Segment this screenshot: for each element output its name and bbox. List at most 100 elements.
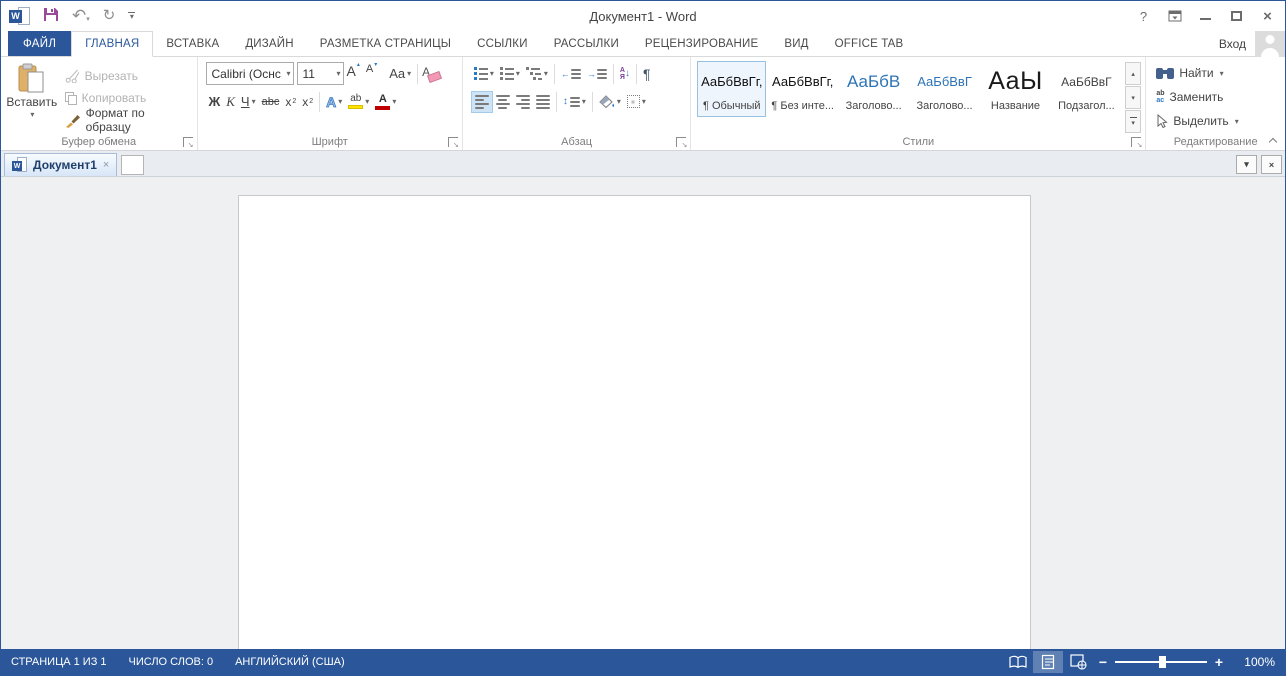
- tab-insert[interactable]: ВСТАВКА: [153, 31, 232, 56]
- zoom-in-button[interactable]: +: [1209, 654, 1229, 670]
- font-size-combo[interactable]: 11 ▾: [297, 62, 344, 85]
- tab-view[interactable]: ВИД: [771, 31, 821, 56]
- tab-review[interactable]: РЕЦЕНЗИРОВАНИЕ: [632, 31, 771, 56]
- grow-font-button[interactable]: A▴: [344, 63, 363, 85]
- underline-button[interactable]: Ч▾: [238, 91, 259, 113]
- tab-office-tab[interactable]: OFFICE TAB: [822, 31, 917, 56]
- format-painter-button[interactable]: Формат по образцу: [65, 111, 193, 129]
- strikethrough-button[interactable]: abc: [259, 91, 283, 113]
- tab-home[interactable]: ГЛАВНАЯ: [71, 31, 153, 57]
- office-tab-dropdown-button[interactable]: ▾: [1236, 155, 1257, 174]
- style-normal[interactable]: АаБбВвГг, ¶ Обычный: [697, 61, 766, 117]
- read-mode-button[interactable]: [1003, 651, 1033, 673]
- zoom-out-button[interactable]: −: [1093, 654, 1113, 670]
- style-heading2[interactable]: АаБбВвГ Заголово...: [910, 61, 979, 117]
- document-tab[interactable]: W Документ1 ×: [4, 153, 117, 176]
- undo-button[interactable]: ↶▾: [72, 7, 90, 26]
- align-right-button[interactable]: [513, 91, 533, 113]
- page-indicator[interactable]: СТРАНИЦА 1 ИЗ 1: [11, 656, 107, 668]
- chevron-down-icon[interactable]: ▾: [642, 97, 646, 106]
- undo-dropdown-icon[interactable]: ▾: [86, 16, 90, 23]
- avatar[interactable]: [1255, 31, 1285, 57]
- font-color-button[interactable]: A▾: [372, 91, 399, 113]
- align-center-button[interactable]: [493, 91, 513, 113]
- ribbon-display-options-button[interactable]: [1161, 4, 1188, 28]
- document-tab-close-icon[interactable]: ×: [103, 159, 109, 171]
- chevron-down-icon[interactable]: ▾: [617, 97, 621, 106]
- cut-button[interactable]: Вырезать: [65, 67, 193, 85]
- web-layout-button[interactable]: [1063, 651, 1093, 673]
- styles-dialog-launcher[interactable]: [1131, 137, 1141, 147]
- multilevel-list-button[interactable]: ▾: [523, 63, 551, 85]
- font-name-combo[interactable]: Calibri (Оснс ▾: [206, 62, 294, 85]
- increase-indent-button[interactable]: →: [584, 63, 610, 85]
- copy-button[interactable]: Копировать: [65, 89, 193, 107]
- word-count[interactable]: ЧИСЛО СЛОВ: 0: [129, 656, 214, 668]
- find-button[interactable]: Найти ▾: [1156, 63, 1281, 83]
- chevron-down-icon[interactable]: ▾: [490, 69, 494, 78]
- language-indicator[interactable]: АНГЛИЙСКИЙ (США): [235, 656, 345, 668]
- chevron-down-icon[interactable]: ▾: [582, 97, 586, 106]
- select-button[interactable]: Выделить ▾: [1156, 111, 1281, 131]
- style-no-spacing[interactable]: АаБбВвГг, ¶ Без инте...: [768, 61, 837, 117]
- superscript-button[interactable]: x2: [299, 91, 316, 113]
- shrink-font-button[interactable]: A▾: [363, 63, 380, 85]
- office-tab-close-button[interactable]: ×: [1261, 155, 1282, 174]
- zoom-slider-thumb[interactable]: [1159, 656, 1166, 668]
- chevron-down-icon[interactable]: ▾: [544, 69, 548, 78]
- align-left-button[interactable]: [471, 91, 493, 113]
- italic-button[interactable]: К: [223, 91, 238, 113]
- print-layout-button[interactable]: [1033, 651, 1063, 673]
- tab-page-layout[interactable]: РАЗМЕТКА СТРАНИЦЫ: [307, 31, 464, 56]
- help-button[interactable]: ?: [1130, 4, 1157, 28]
- maximize-button[interactable]: [1223, 4, 1250, 28]
- borders-button[interactable]: ▾: [624, 91, 649, 113]
- document-page[interactable]: [238, 195, 1031, 651]
- sign-in-link[interactable]: Вход: [1219, 37, 1246, 51]
- clipboard-dialog-launcher[interactable]: [183, 137, 193, 147]
- replace-button[interactable]: abac Заменить: [1156, 87, 1281, 107]
- bold-button[interactable]: Ж: [206, 91, 224, 113]
- decrease-indent-button[interactable]: ←: [558, 63, 584, 85]
- styles-more-button[interactable]: ▾: [1125, 110, 1141, 133]
- chevron-down-icon[interactable]: ▾: [1235, 117, 1239, 126]
- numbering-button[interactable]: ▾: [497, 63, 523, 85]
- chevron-down-icon[interactable]: ▾: [392, 97, 396, 106]
- save-button[interactable]: [43, 6, 59, 27]
- minimize-button[interactable]: [1192, 4, 1219, 28]
- bullets-button[interactable]: ▾: [471, 63, 497, 85]
- style-heading1[interactable]: АаБбВ Заголово...: [839, 61, 908, 117]
- highlight-button[interactable]: ab▾: [345, 91, 372, 113]
- tab-mailings[interactable]: РАССЫЛКИ: [541, 31, 632, 56]
- paste-dropdown-icon[interactable]: ▾: [30, 110, 34, 119]
- styles-scroll-down-button[interactable]: ▾: [1125, 86, 1141, 109]
- tab-references[interactable]: ССЫЛКИ: [464, 31, 541, 56]
- tab-design[interactable]: ДИЗАЙН: [232, 31, 306, 56]
- style-title[interactable]: АаЫ Название: [981, 61, 1050, 117]
- paste-button[interactable]: Вставить ▾: [5, 61, 59, 133]
- zoom-level[interactable]: 100%: [1239, 655, 1275, 669]
- change-case-button[interactable]: Aa▾: [386, 63, 414, 85]
- show-marks-button[interactable]: ¶: [640, 63, 654, 85]
- redo-button[interactable]: ↻: [103, 7, 116, 25]
- chevron-down-icon[interactable]: ▾: [516, 69, 520, 78]
- justify-button[interactable]: [533, 91, 553, 113]
- collapse-ribbon-button[interactable]: [1269, 136, 1277, 144]
- tab-file[interactable]: ФАЙЛ: [8, 31, 71, 56]
- font-dialog-launcher[interactable]: [448, 137, 458, 147]
- line-spacing-button[interactable]: ↕▾: [560, 91, 589, 113]
- subscript-button[interactable]: x2: [282, 91, 299, 113]
- style-subtitle[interactable]: АаБбВвГ Подзагол...: [1052, 61, 1121, 117]
- close-button[interactable]: ×: [1254, 4, 1281, 28]
- styles-scroll-up-button[interactable]: ▴: [1125, 62, 1141, 85]
- sort-button[interactable]: АЯ↓: [617, 63, 633, 85]
- chevron-down-icon[interactable]: ▾: [365, 97, 369, 106]
- paragraph-dialog-launcher[interactable]: [676, 137, 686, 147]
- customize-qat-button[interactable]: ▾: [128, 12, 135, 20]
- zoom-slider[interactable]: [1115, 661, 1207, 663]
- chevron-down-icon[interactable]: ▾: [1220, 69, 1224, 78]
- clear-formatting-button[interactable]: A: [421, 65, 441, 83]
- new-document-tab-button[interactable]: [121, 155, 144, 175]
- shading-button[interactable]: ▾: [596, 91, 624, 113]
- text-effects-button[interactable]: A▾: [323, 91, 345, 113]
